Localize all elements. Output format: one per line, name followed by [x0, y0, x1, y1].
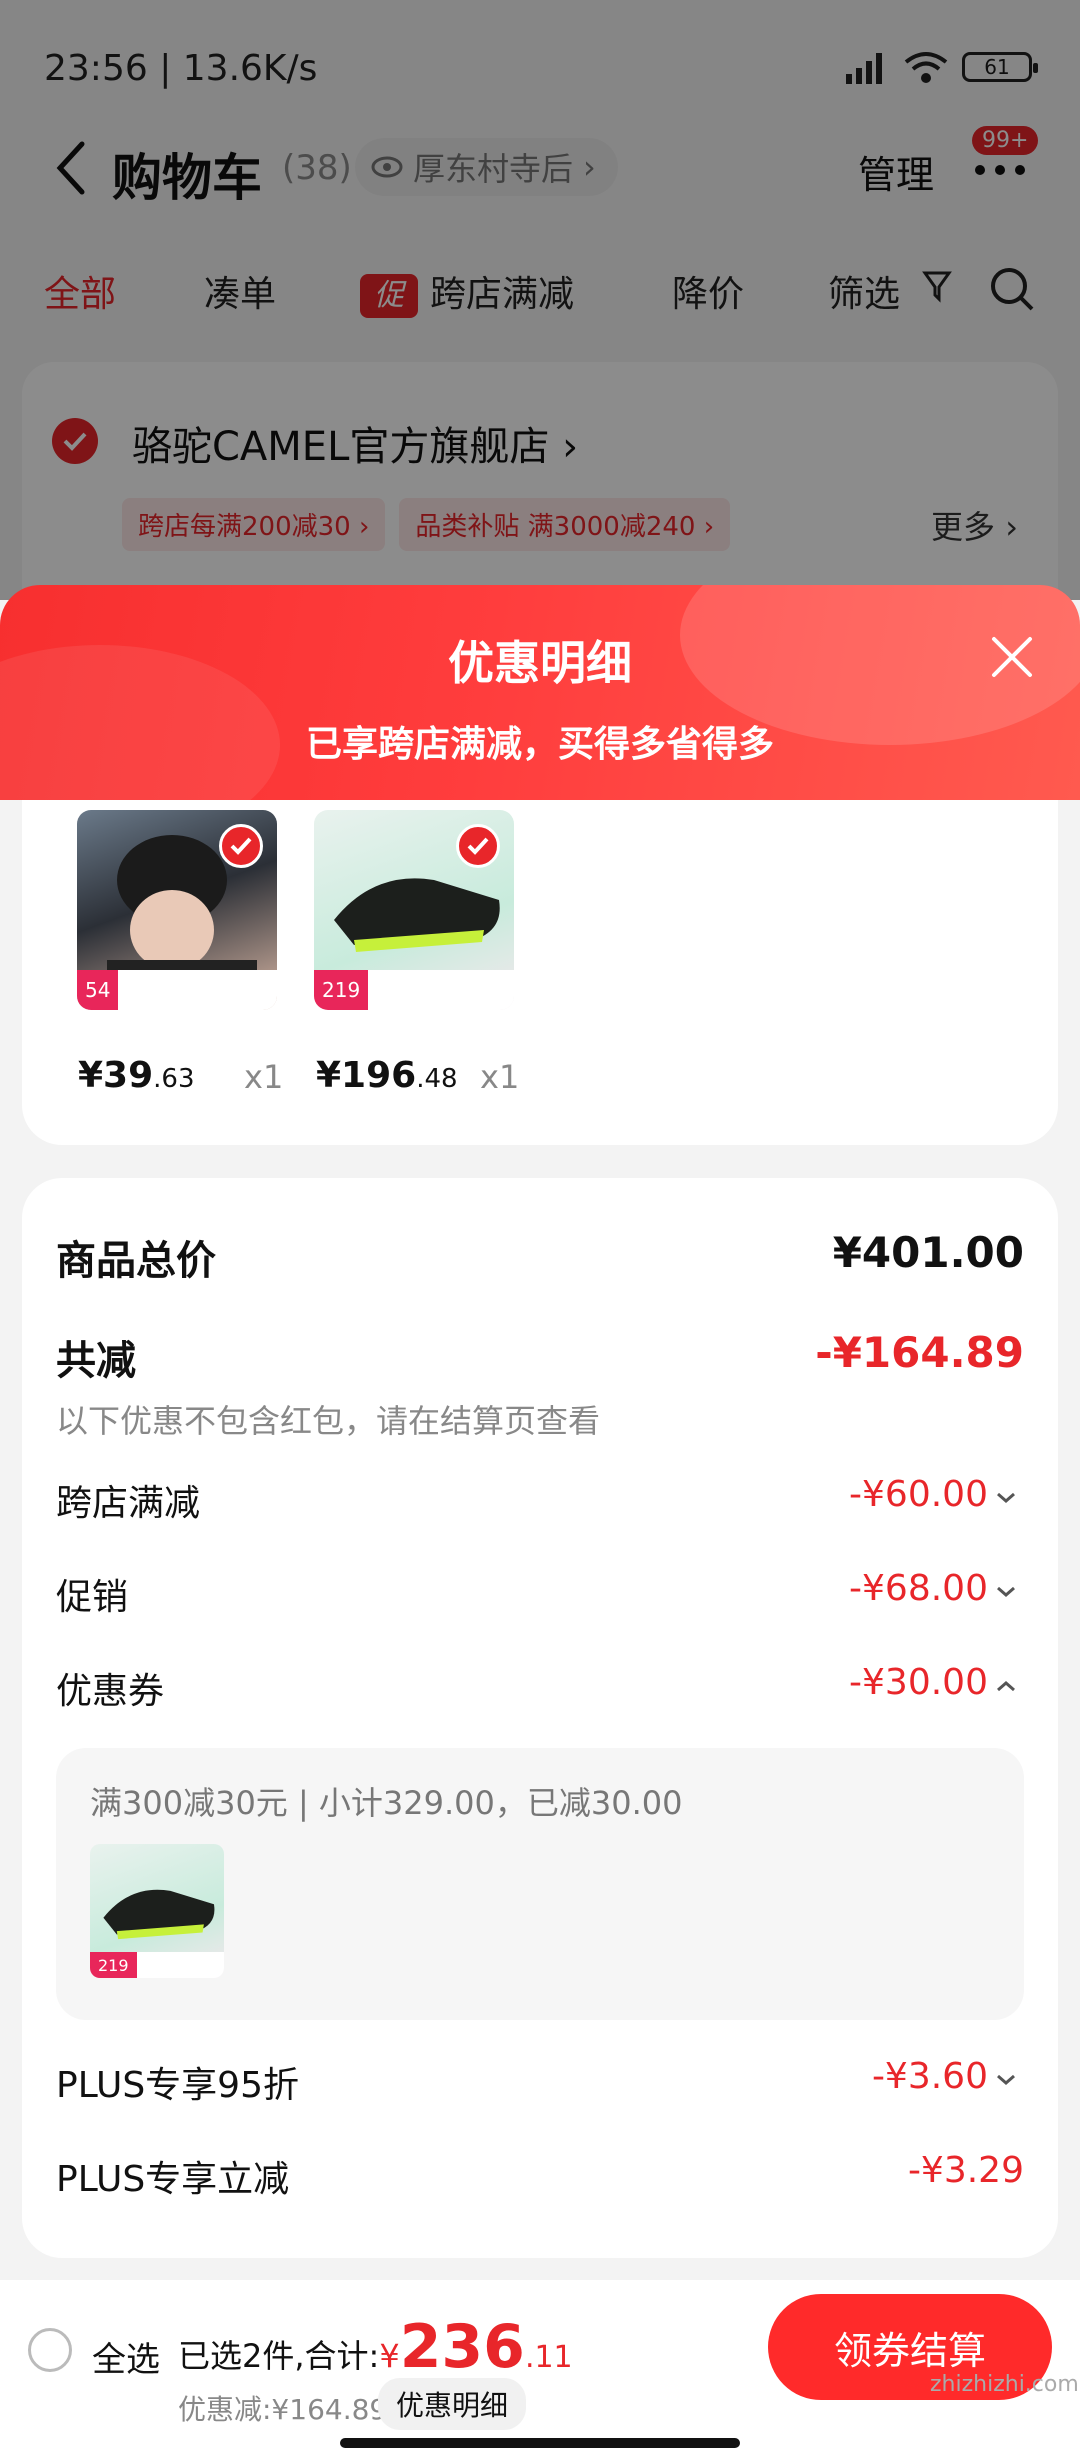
- close-icon[interactable]: [988, 633, 1036, 681]
- thumbnail-price: 54: [77, 970, 119, 1010]
- discount-amount: 优惠减:¥164.89: [178, 2393, 388, 2426]
- checkout-bar: 全选 已选2件,合计:¥236.11 优惠减:¥164.89 优惠明细 领券结算: [0, 2280, 1080, 2460]
- check-icon: [230, 837, 252, 855]
- product-checkbox[interactable]: [219, 824, 263, 868]
- coupon-product-thumbnail: 219: [90, 1844, 224, 1978]
- row-cross-store-value[interactable]: -¥60.00: [849, 1474, 988, 1515]
- discount-hint: 以下优惠不包含红包，请在结算页查看: [56, 1402, 601, 1440]
- chevron-down-icon[interactable]: [994, 2072, 1018, 2088]
- select-all-label[interactable]: 全选: [92, 2332, 160, 2381]
- thumbnail-price: 219: [90, 1952, 137, 1978]
- discount-detail-card: 商品总价 ¥401.00 共减 -¥164.89 以下优惠不包含红包，请在结算页…: [22, 1178, 1058, 2258]
- product-price-int: ¥196: [316, 1055, 417, 1096]
- chevron-up-icon[interactable]: [994, 1678, 1018, 1694]
- watermark: zhizhizhi.com: [930, 2372, 1079, 2397]
- discount-sheet-header: 优惠明细 已享跨店满减，买得多省得多: [0, 585, 1080, 800]
- total-integer: 236: [399, 2312, 525, 2382]
- row-cross-store-label: 跨店满减: [56, 1483, 201, 1524]
- thumbnail-price: 219: [314, 970, 369, 1010]
- chevron-down-icon[interactable]: [994, 1490, 1018, 1506]
- product-checkbox[interactable]: [456, 824, 500, 868]
- selected-products: 54 ¥39.63 x1 219 ¥196.48 x1: [22, 800, 1058, 1145]
- sheet-title: 优惠明细: [448, 636, 632, 690]
- thumbnail-price-tag: 54: [77, 970, 277, 1010]
- sheet-subtitle: 已享跨店满减，买得多省得多: [305, 724, 774, 765]
- total-price-value: ¥401.00: [832, 1228, 1024, 1277]
- product-price-int: ¥39: [78, 1055, 154, 1096]
- product-price-cents: .48: [416, 1064, 458, 1094]
- product-price-cents: .63: [153, 1064, 195, 1094]
- select-all-radio[interactable]: [28, 2328, 72, 2372]
- product-thumbnail[interactable]: 219: [314, 810, 514, 1010]
- check-icon: [467, 837, 489, 855]
- row-plus-reduce-value: -¥3.29: [907, 2150, 1024, 2191]
- row-promotion-label: 促销: [56, 1577, 129, 1618]
- total-summary: 已选2件,合计:¥236.11: [178, 2312, 573, 2382]
- row-promotion-value[interactable]: -¥68.00: [849, 1568, 988, 1609]
- thumbnail-price-tag: 219: [314, 970, 514, 1010]
- product-price: ¥39.63: [78, 1055, 195, 1096]
- row-coupon-value[interactable]: -¥30.00: [849, 1662, 988, 1703]
- home-indicator[interactable]: [340, 2438, 740, 2448]
- discount-detail-button[interactable]: 优惠明细: [378, 2378, 527, 2430]
- thumbnail-price-tag: 219: [90, 1952, 224, 1978]
- coupon-detail-box: 满300减30元 | 小计329.00，已减30.00 219: [56, 1748, 1024, 2020]
- selected-count-text: 已选2件,合计:: [178, 2337, 380, 2375]
- coupon-detail-text: 满300减30元 | 小计329.00，已减30.00: [90, 1784, 683, 1822]
- row-plus-discount-label: PLUS专享95折: [56, 2065, 299, 2106]
- row-plus-discount-value[interactable]: -¥3.60: [872, 2056, 988, 2097]
- total-reduce-label: 共减: [56, 1338, 136, 1384]
- modal-overlay[interactable]: [0, 0, 1080, 600]
- product-quantity: x1: [244, 1058, 284, 1096]
- product-price: ¥196.48: [316, 1055, 458, 1096]
- total-price-label: 商品总价: [56, 1238, 216, 1284]
- row-plus-reduce-label: PLUS专享立减: [56, 2159, 290, 2200]
- total-decimal: .11: [524, 2340, 573, 2375]
- background-cart-page: 23:56 | 13.6K/s 61 购物车 (38) 厚东村寺后 › 管理 9…: [0, 0, 1080, 600]
- row-coupon-label: 优惠券: [56, 1671, 165, 1712]
- currency-symbol: ¥: [379, 2337, 400, 2375]
- product-thumbnail[interactable]: 54: [77, 810, 277, 1010]
- chevron-down-icon[interactable]: [994, 1584, 1018, 1600]
- discount-sheet-body: 54 ¥39.63 x1 219 ¥196.48 x1 商品总价 ¥401.00…: [0, 800, 1080, 2280]
- product-quantity: x1: [480, 1058, 520, 1096]
- total-reduce-value: -¥164.89: [815, 1328, 1024, 1377]
